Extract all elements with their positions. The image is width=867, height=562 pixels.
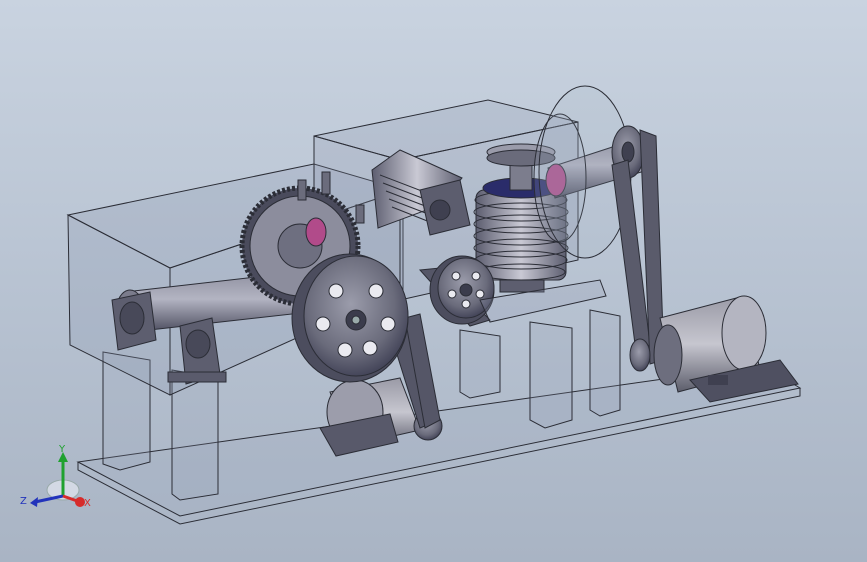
cad-graphics-area[interactable]: Y Z X (0, 0, 867, 562)
x-axis-label: X (84, 498, 91, 509)
z-axis-arrowhead (30, 497, 38, 507)
machine-assembly-model[interactable] (0, 0, 867, 562)
right-motor-pulley (629, 338, 651, 372)
view-orientation-triad[interactable]: Y Z X (18, 440, 108, 520)
bearing-block-left[interactable] (111, 291, 157, 351)
z-axis-label: Z (20, 496, 27, 507)
y-axis-label: Y (58, 444, 66, 455)
large-front-pulley[interactable] (291, 253, 409, 383)
medium-pulley[interactable] (429, 255, 495, 325)
